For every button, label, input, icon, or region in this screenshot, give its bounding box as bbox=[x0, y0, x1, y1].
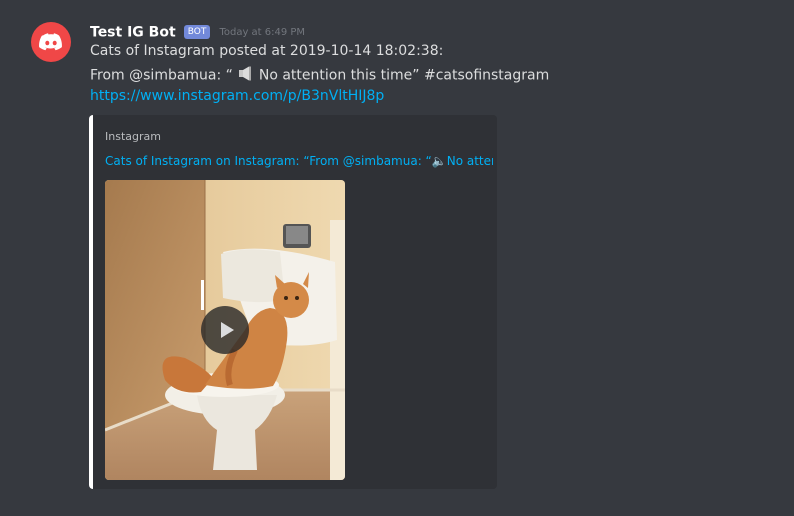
embed-video-thumbnail[interactable] bbox=[105, 180, 345, 480]
discord-logo-icon bbox=[39, 33, 62, 51]
message-text-line2: From @simbamua: “ No attention this time… bbox=[90, 66, 549, 85]
embed-provider[interactable]: Instagram bbox=[105, 130, 161, 143]
message-text-line1: Cats of Instagram posted at 2019-10-14 1… bbox=[90, 43, 444, 59]
link-embed: Instagram Cats of Instagram on Instagram… bbox=[89, 115, 497, 489]
line2-text-start: From @simbamua: “ bbox=[90, 67, 238, 84]
author-name[interactable]: Test IG Bot bbox=[90, 25, 176, 41]
chat-message: Test IG Bot BOT Today at 6:49 PM Cats of… bbox=[0, 0, 794, 516]
bot-badge: BOT bbox=[183, 24, 211, 39]
line2-text-end: No attention this time” #catsofinstagram bbox=[254, 67, 550, 84]
message-header: Test IG Bot BOT Today at 6:49 PM bbox=[90, 22, 305, 41]
play-icon bbox=[221, 322, 234, 338]
play-button[interactable] bbox=[201, 306, 249, 354]
bot-avatar[interactable] bbox=[31, 22, 71, 62]
instagram-post-link[interactable]: https://www.instagram.com/p/B3nVltHIJ8p bbox=[90, 88, 384, 104]
message-timestamp[interactable]: Today at 6:49 PM bbox=[219, 27, 305, 38]
message-link-line: https://www.instagram.com/p/B3nVltHIJ8p bbox=[90, 88, 384, 104]
embed-title-link[interactable]: Cats of Instagram on Instagram: “From @s… bbox=[105, 154, 493, 168]
speaker-icon bbox=[238, 66, 253, 85]
